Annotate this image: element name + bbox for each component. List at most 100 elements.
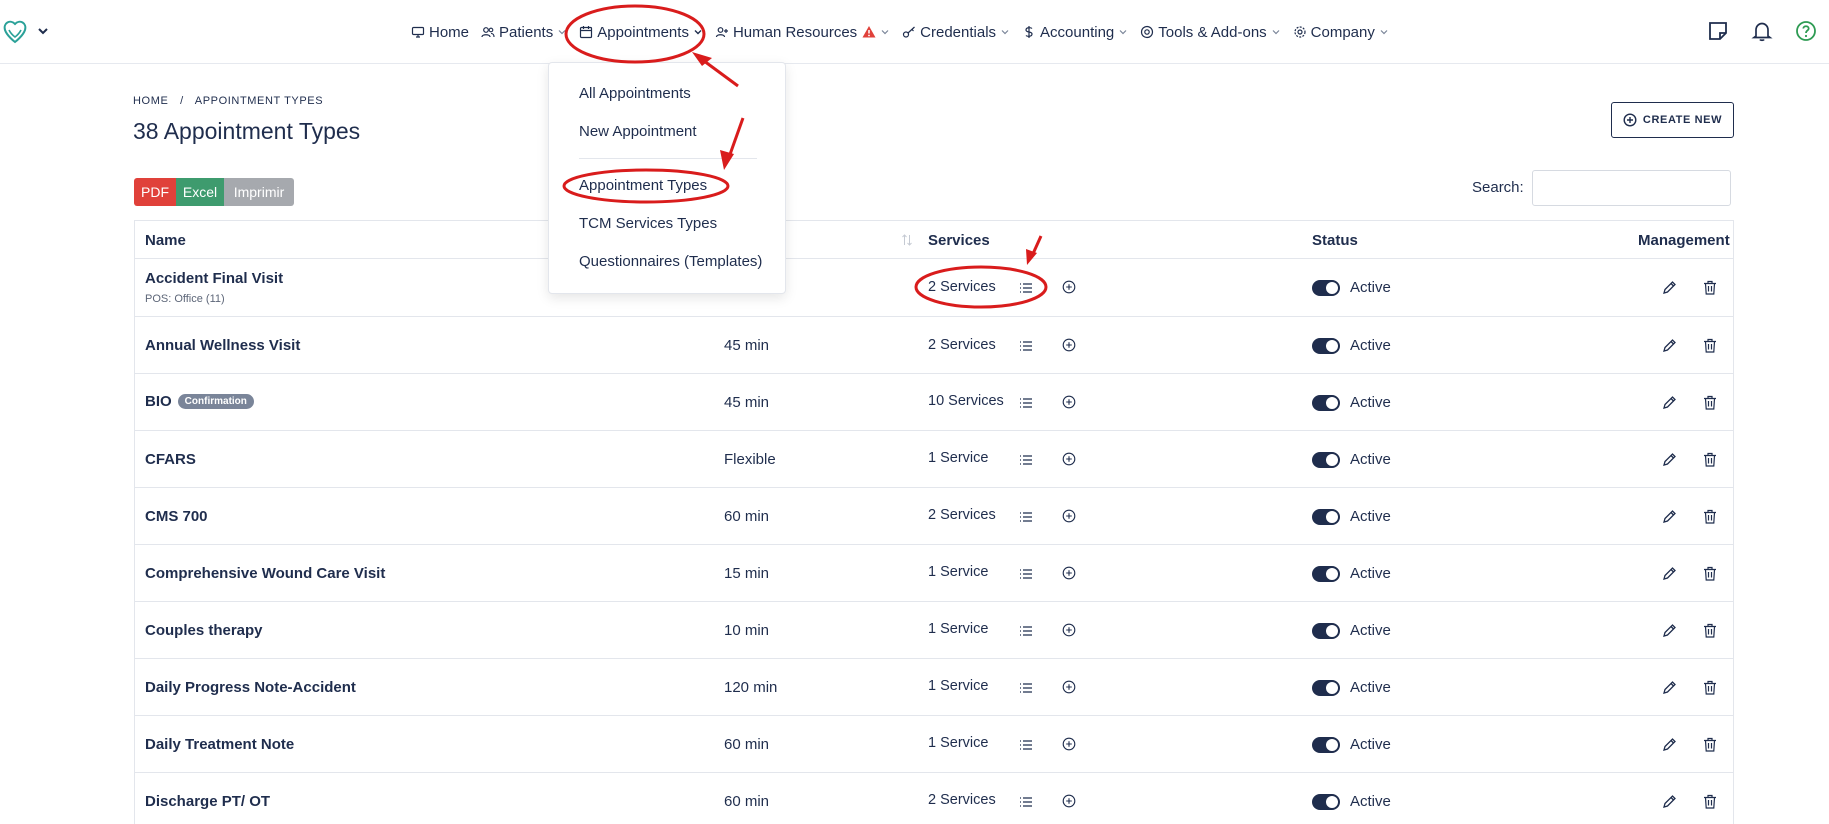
trash-icon[interactable]	[1703, 737, 1717, 752]
add-circle-icon[interactable]	[1062, 794, 1076, 808]
status-toggle[interactable]	[1312, 280, 1340, 296]
list-icon[interactable]	[1019, 567, 1033, 579]
add-circle-icon[interactable]	[1062, 509, 1076, 523]
trash-icon[interactable]	[1703, 794, 1717, 809]
export-pdf-button[interactable]: PDF	[134, 178, 176, 206]
pencil-icon[interactable]	[1662, 794, 1677, 809]
menu-item-questionnaires-templates[interactable]: Questionnaires (Templates)	[579, 253, 762, 270]
services-count[interactable]: 1 Service	[928, 621, 988, 637]
list-icon[interactable]	[1019, 681, 1033, 693]
nav-accounting[interactable]: Accounting	[1016, 0, 1134, 64]
appointment-type-name[interactable]: Comprehensive Wound Care Visit	[145, 565, 385, 582]
status-toggle[interactable]	[1312, 566, 1340, 582]
add-circle-icon[interactable]	[1062, 280, 1076, 294]
logo-icon[interactable]	[0, 18, 30, 48]
trash-icon[interactable]	[1703, 452, 1717, 467]
nav-patients-label: Patients	[499, 23, 554, 41]
pencil-icon[interactable]	[1662, 395, 1677, 410]
notes-icon[interactable]	[1707, 20, 1729, 42]
appointment-type-name[interactable]: Couples therapy	[145, 622, 263, 639]
nav-credentials[interactable]: Credentials	[896, 0, 1016, 64]
services-count[interactable]: 2 Services	[928, 507, 996, 523]
services-count[interactable]: 2 Services	[928, 279, 996, 295]
nav-home[interactable]: Home	[405, 0, 475, 64]
menu-item-tcm-services-types[interactable]: TCM Services Types	[579, 215, 717, 232]
nav-company[interactable]: Company	[1287, 0, 1395, 64]
services-count[interactable]: 10 Services	[928, 393, 1004, 409]
appointment-type-name[interactable]: Accident Final Visit	[145, 270, 283, 287]
add-circle-icon[interactable]	[1062, 338, 1076, 352]
services-count[interactable]: 1 Service	[928, 564, 988, 580]
pencil-icon[interactable]	[1662, 452, 1677, 467]
appointment-type-name[interactable]: CFARS	[145, 451, 196, 468]
pencil-icon[interactable]	[1662, 509, 1677, 524]
column-header-name[interactable]: Name	[145, 232, 186, 249]
nav-patients[interactable]: Patients	[475, 0, 573, 64]
add-circle-icon[interactable]	[1062, 680, 1076, 694]
list-icon[interactable]	[1019, 453, 1033, 465]
pencil-icon[interactable]	[1662, 566, 1677, 581]
column-header-services[interactable]: Services	[928, 232, 990, 249]
breadcrumb-home[interactable]: HOME	[133, 95, 168, 107]
status-toggle[interactable]	[1312, 737, 1340, 753]
nav-tools-addons[interactable]: Tools & Add-ons	[1134, 0, 1286, 64]
appointment-type-name[interactable]: Discharge PT/ OT	[145, 793, 270, 810]
list-icon[interactable]	[1019, 281, 1033, 293]
list-icon[interactable]	[1019, 624, 1033, 636]
help-icon[interactable]	[1795, 20, 1817, 42]
list-icon[interactable]	[1019, 396, 1033, 408]
sort-icon[interactable]	[901, 233, 913, 247]
pencil-icon[interactable]	[1662, 280, 1677, 295]
status-toggle[interactable]	[1312, 794, 1340, 810]
nav-human-resources[interactable]: Human Resources	[709, 0, 896, 64]
status-toggle[interactable]	[1312, 623, 1340, 639]
pencil-icon[interactable]	[1662, 623, 1677, 638]
print-button[interactable]: Imprimir	[224, 178, 294, 206]
export-excel-button[interactable]: Excel	[176, 178, 224, 206]
list-icon[interactable]	[1019, 738, 1033, 750]
services-count[interactable]: 2 Services	[928, 337, 996, 353]
trash-icon[interactable]	[1703, 509, 1717, 524]
search-input[interactable]	[1532, 170, 1731, 206]
pencil-icon[interactable]	[1662, 338, 1677, 353]
services-count[interactable]: 2 Services	[928, 792, 996, 808]
menu-item-new-appointment[interactable]: New Appointment	[579, 123, 697, 140]
list-icon[interactable]	[1019, 339, 1033, 351]
add-circle-icon[interactable]	[1062, 395, 1076, 409]
appointment-type-name[interactable]: CMS 700	[145, 508, 208, 525]
status-toggle[interactable]	[1312, 452, 1340, 468]
trash-icon[interactable]	[1703, 623, 1717, 638]
create-new-button[interactable]: CREATE NEW	[1611, 102, 1734, 138]
appointment-type-name[interactable]: Daily Progress Note-Accident	[145, 679, 356, 696]
add-circle-icon[interactable]	[1062, 623, 1076, 637]
status-toggle[interactable]	[1312, 395, 1340, 411]
trash-icon[interactable]	[1703, 395, 1717, 410]
services-count[interactable]: 1 Service	[928, 450, 988, 466]
add-circle-icon[interactable]	[1062, 737, 1076, 751]
services-count[interactable]: 1 Service	[928, 678, 988, 694]
appointment-type-name[interactable]: Daily Treatment Note	[145, 736, 294, 753]
add-circle-icon[interactable]	[1062, 452, 1076, 466]
chevron-down-icon[interactable]	[36, 24, 50, 38]
status-toggle[interactable]	[1312, 509, 1340, 525]
trash-icon[interactable]	[1703, 338, 1717, 353]
table-row: Discharge PT/ OT 60 min 2 Services Activ…	[135, 773, 1733, 824]
nav-appointments[interactable]: Appointments	[573, 0, 709, 64]
list-icon[interactable]	[1019, 795, 1033, 807]
status-toggle[interactable]	[1312, 338, 1340, 354]
trash-icon[interactable]	[1703, 280, 1717, 295]
trash-icon[interactable]	[1703, 680, 1717, 695]
pencil-icon[interactable]	[1662, 680, 1677, 695]
list-icon[interactable]	[1019, 510, 1033, 522]
trash-icon[interactable]	[1703, 566, 1717, 581]
pencil-icon[interactable]	[1662, 737, 1677, 752]
appointment-type-name[interactable]: BIO Confirmation	[145, 393, 254, 410]
bell-icon[interactable]	[1751, 20, 1773, 42]
menu-item-all-appointments[interactable]: All Appointments	[579, 85, 691, 102]
menu-item-appointment-types[interactable]: Appointment Types	[579, 177, 707, 194]
services-count[interactable]: 1 Service	[928, 735, 988, 751]
column-header-status[interactable]: Status	[1312, 232, 1358, 249]
appointment-type-name[interactable]: Annual Wellness Visit	[145, 337, 300, 354]
status-toggle[interactable]	[1312, 680, 1340, 696]
add-circle-icon[interactable]	[1062, 566, 1076, 580]
